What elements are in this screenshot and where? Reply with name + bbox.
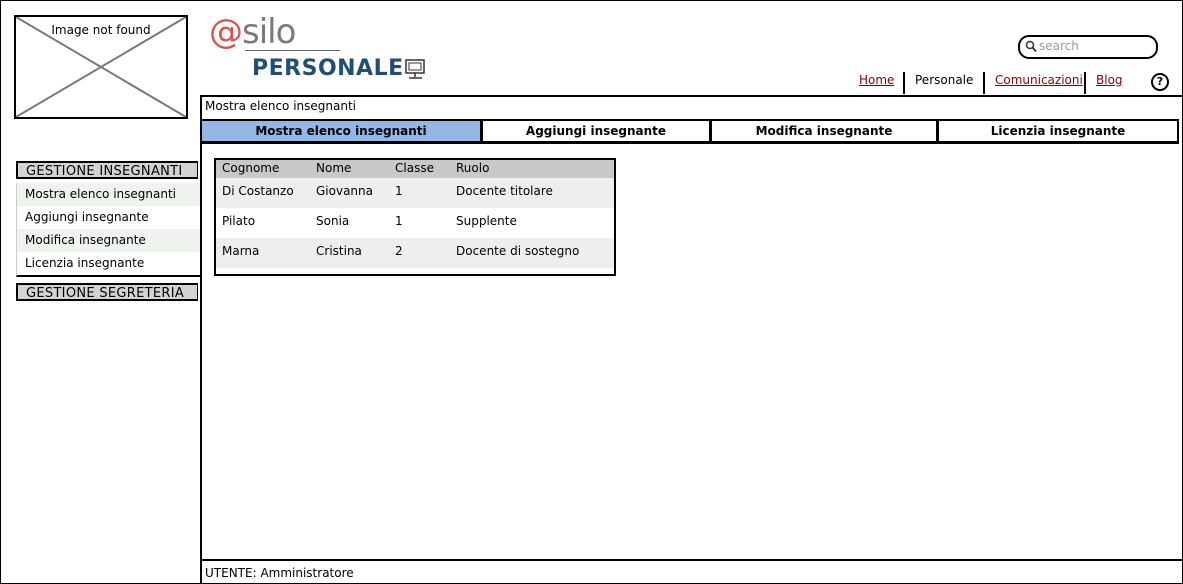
- top-navigation: Home Personale Comunicazioni Blog: [0, 73, 1183, 93]
- sidebar-item-aggiungi[interactable]: Aggiungi insegnante: [17, 206, 200, 229]
- nav-link-home[interactable]: Home: [859, 73, 894, 87]
- logo-text: silo: [242, 12, 296, 52]
- search-input[interactable]: [1039, 38, 1147, 54]
- table-cell: Di Costanzo: [222, 184, 294, 198]
- image-placeholder-caption: Image not found: [51, 23, 151, 37]
- table-cell: Giovanna: [316, 184, 373, 198]
- table-cell: Sonia: [316, 214, 350, 228]
- tab-bar: Mostra elenco insegnanti Aggiungi insegn…: [200, 119, 1179, 144]
- tab-mostra-elenco[interactable]: Mostra elenco insegnanti: [200, 119, 482, 144]
- tab-licenzia[interactable]: Licenzia insegnante: [937, 119, 1179, 144]
- nav-separator: [903, 72, 905, 94]
- table-cell: Marna: [222, 244, 260, 258]
- table-cell: Docente titolare: [456, 184, 553, 198]
- nav-separator: [983, 72, 985, 94]
- sidebar-group-insegnanti[interactable]: GESTIONE INSEGNANTI: [16, 161, 198, 179]
- sidebar-list: Mostra elenco insegnanti Aggiungi insegn…: [16, 183, 200, 277]
- footer-user: UTENTE: Amministratore: [205, 566, 354, 580]
- nav-link-blog[interactable]: Blog: [1096, 73, 1123, 87]
- nav-item-personale[interactable]: Personale: [915, 73, 973, 87]
- table-header: Cognome Nome Classe Ruolo: [216, 160, 614, 178]
- help-icon[interactable]: ?: [1151, 73, 1169, 91]
- column-header[interactable]: Classe: [395, 161, 434, 175]
- table-cell: Docente di sostegno: [456, 244, 580, 258]
- image-placeholder: Image not found: [14, 15, 188, 119]
- table-cell: 1: [395, 214, 403, 228]
- table-cell: Supplente: [456, 214, 517, 228]
- table-cell: Cristina: [316, 244, 362, 258]
- logo-underline: [245, 50, 340, 51]
- sidebar-group-segreteria[interactable]: GESTIONE SEGRETERIA: [16, 283, 198, 301]
- breadcrumb: Mostra elenco insegnanti: [205, 99, 357, 113]
- app-logo: @silo: [209, 12, 296, 52]
- search-box[interactable]: [1018, 35, 1158, 59]
- table-row[interactable]: Di Costanzo Giovanna 1 Docente titolare: [216, 178, 614, 208]
- table-cell: 1: [395, 184, 403, 198]
- sidebar-item-licenzia[interactable]: Licenzia insegnante: [17, 252, 200, 275]
- table-row[interactable]: Marna Cristina 2 Docente di sostegno: [216, 238, 614, 268]
- search-icon: [1025, 40, 1037, 53]
- sidebar-item-mostra[interactable]: Mostra elenco insegnanti: [17, 183, 200, 206]
- footer-divider: [200, 559, 1182, 561]
- teachers-table: Cognome Nome Classe Ruolo Di Costanzo Gi…: [214, 158, 616, 276]
- column-header[interactable]: Ruolo: [456, 161, 489, 175]
- table-cell: Pilato: [222, 214, 256, 228]
- logo-at: @: [209, 12, 243, 52]
- column-header[interactable]: Cognome: [222, 161, 279, 175]
- tab-aggiungi[interactable]: Aggiungi insegnante: [481, 119, 711, 144]
- table-cell: 2: [395, 244, 403, 258]
- table-row[interactable]: Pilato Sonia 1 Supplente: [216, 208, 614, 238]
- tab-modifica[interactable]: Modifica insegnante: [710, 119, 938, 144]
- column-header[interactable]: Nome: [316, 161, 351, 175]
- sidebar-item-modifica[interactable]: Modifica insegnante: [17, 229, 200, 252]
- nav-separator: [1084, 72, 1086, 94]
- nav-link-comunicazioni[interactable]: Comunicazioni: [995, 73, 1083, 87]
